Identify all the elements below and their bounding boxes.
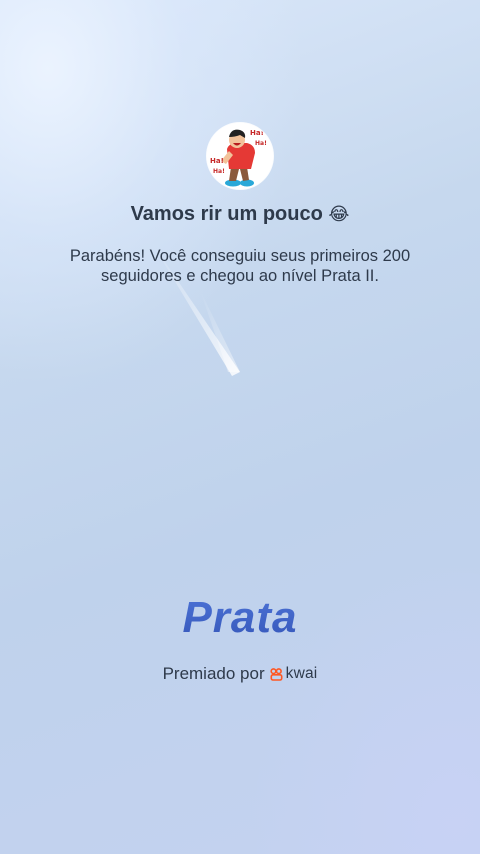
level-name: Prata [0, 592, 480, 644]
awarded-by-label: Premiado por [162, 664, 265, 683]
kwai-logo-icon [270, 667, 283, 681]
laughing-emoji-icon: 😂 [328, 204, 350, 224]
kwai-brand-name: kwai [285, 665, 318, 682]
svg-text:Ha!: Ha! [213, 168, 225, 175]
kwai-brand: kwai [270, 663, 318, 685]
awarded-by-row: Premiado por kwai [0, 663, 480, 685]
svg-text:Ha!: Ha! [250, 129, 264, 137]
svg-text:Ha!: Ha! [210, 157, 224, 165]
achievement-title-text: Vamos rir um pouco [130, 203, 323, 225]
laughing-man-sticker-icon: Ha! Ha! Ha! Ha! [207, 123, 273, 189]
achievement-title: Vamos rir um pouco 😂 [0, 200, 480, 228]
achievement-badge-icon: Ha! Ha! Ha! Ha! [207, 123, 273, 189]
svg-text:Ha!: Ha! [255, 140, 267, 147]
achievement-description: Parabéns! Você conseguiu seus primeiros … [69, 247, 411, 285]
